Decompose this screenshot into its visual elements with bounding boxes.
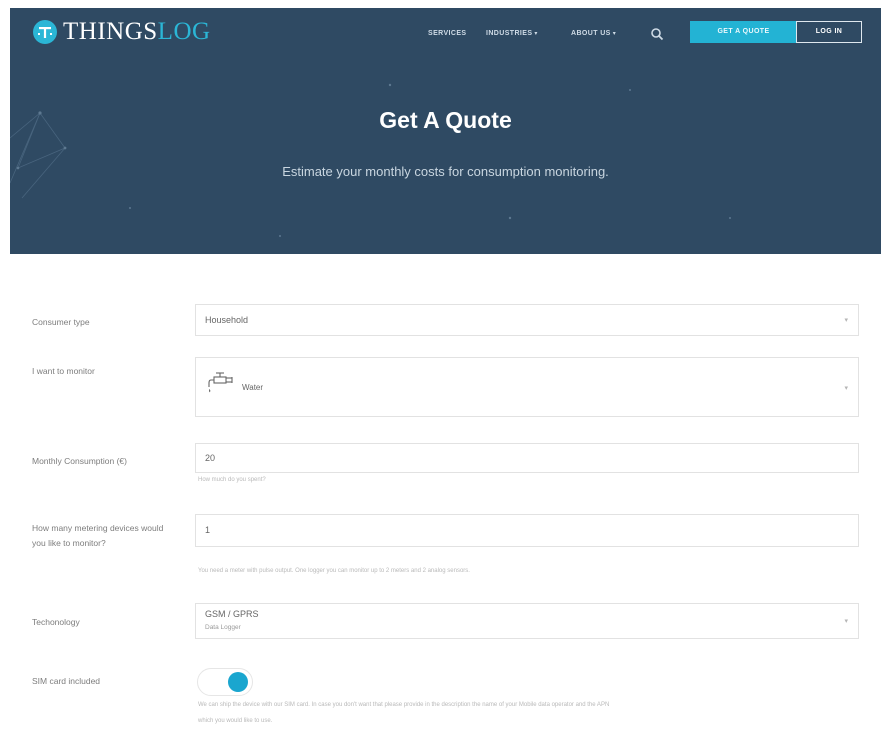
devices-input[interactable]: 1 [195,514,859,547]
technology-label: Techonology [32,617,80,627]
thingslog-logo[interactable]: THINGSLOG [32,19,211,45]
nav-about-us[interactable]: ABOUT US ▾ [571,22,616,46]
devices-value: 1 [205,525,211,535]
chevron-down-icon: ▾ [844,618,848,625]
technology-value: GSM / GPRS [205,609,259,619]
consumer-type-value: Household [205,315,249,325]
toggle-knob [228,672,248,692]
consumer-type-select[interactable]: Household ▾ [195,304,859,336]
logo-text-primary: THINGS [63,18,158,45]
search-icon[interactable] [650,27,664,41]
logo-text-accent: LOG [157,18,211,45]
consumption-input[interactable]: 20 [195,443,859,473]
sim-help-line1: We can ship the device with our SIM card… [198,702,610,708]
consumer-type-label: Consumer type [32,317,90,327]
consumption-value: 20 [205,453,216,463]
log-in-button[interactable]: LOG IN [796,21,862,43]
nav-about-us-label: ABOUT US [571,30,611,37]
consumption-help: How much do you spent? [198,477,266,483]
hero-banner: THINGSLOG SERVICES INDUSTRIES ▾ ABOUT US ▾… [10,8,881,254]
technology-subvalue: Data Logger [205,624,241,631]
nav-services[interactable]: SERVICES [428,22,466,46]
chevron-down-icon: ▾ [844,317,848,324]
chevron-down-icon: ▾ [844,385,848,392]
sim-label: SIM card included [32,676,101,686]
technology-select[interactable]: GSM / GPRS Data Logger ▾ [195,603,859,639]
logo-wordmark: THINGSLOG [63,19,211,45]
chevron-down-icon: ▾ [612,31,617,37]
page-subtitle: Estimate your monthly costs for consumpt… [282,164,609,179]
monitor-value: Water [242,383,264,392]
consumption-label: Monthly Consumption (€) [32,456,127,466]
logo-mark-icon [33,20,57,44]
devices-help: You need a meter with pulse output. One … [198,568,470,574]
nav-services-label: SERVICES [428,30,467,37]
monitor-label: I want to monitor [32,366,95,376]
get-a-quote-button[interactable]: GET A QUOTE [690,21,797,43]
sim-card-toggle[interactable] [197,668,253,696]
devices-label: How many metering devices would you like… [32,523,164,548]
chevron-down-icon: ▾ [534,31,538,37]
nav-industries-label: INDUSTRIES [486,30,533,37]
page-title: Get A Quote [379,107,512,133]
nav-industries[interactable]: INDUSTRIES ▾ [486,22,538,46]
sim-help-line2: which you would like to use. [198,718,273,724]
monitor-select[interactable]: Water ▾ [195,357,859,417]
faucet-icon [208,372,233,393]
